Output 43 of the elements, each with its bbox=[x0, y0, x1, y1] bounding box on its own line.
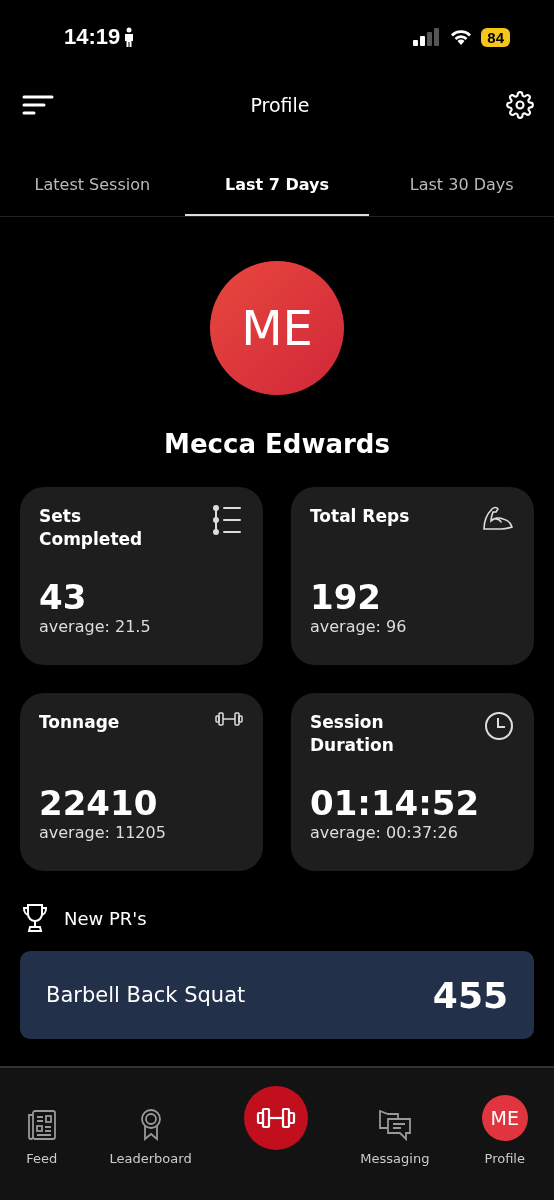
stat-title: Session Duration bbox=[310, 711, 395, 757]
tab[interactable]: Last 30 Days bbox=[369, 154, 554, 216]
stat-title: Tonnage bbox=[39, 711, 121, 734]
stat-value: 192 bbox=[310, 577, 382, 617]
menu-icon[interactable] bbox=[22, 95, 54, 115]
award-ribbon-icon bbox=[139, 1109, 162, 1141]
battery-indicator: 84 bbox=[481, 27, 510, 47]
stat-title: Sets Completed bbox=[39, 505, 144, 551]
nav-item[interactable]: ME Profile bbox=[481, 1086, 528, 1166]
avatar: ME bbox=[210, 261, 344, 395]
dumbbell-icon bbox=[256, 1107, 296, 1129]
stat-average: average: 00:37:26 bbox=[310, 823, 459, 842]
nav-item[interactable]: Feed bbox=[26, 1086, 58, 1166]
tab[interactable]: Latest Session bbox=[0, 154, 185, 216]
status-time: 14:19 bbox=[64, 24, 121, 50]
stat-average: average: 96 bbox=[310, 617, 408, 636]
stat-title: Total Reps bbox=[310, 505, 411, 528]
chat-bubbles-icon bbox=[377, 1109, 412, 1141]
stat-average: average: 21.5 bbox=[39, 617, 152, 636]
screen-title: Profile bbox=[250, 94, 310, 116]
stat-value: 01:14:52 bbox=[310, 783, 481, 823]
trophy-icon bbox=[22, 903, 48, 933]
stat-value: 22410 bbox=[39, 783, 159, 823]
clock-icon bbox=[484, 711, 514, 741]
exercise-name: Barbell Back Squat bbox=[46, 983, 246, 1007]
section-title: New PR's bbox=[64, 907, 147, 929]
tab[interactable]: Last 7 Days bbox=[184, 154, 370, 216]
list-icon bbox=[213, 505, 243, 535]
nav-item[interactable]: Leaderboard bbox=[109, 1086, 192, 1166]
person-icon bbox=[124, 27, 135, 47]
dumbbell-icon bbox=[215, 711, 243, 727]
stat-average: average: 11205 bbox=[39, 823, 167, 842]
wifi-icon bbox=[449, 28, 474, 46]
pr-card[interactable]: Barbell Back Squat 455 bbox=[20, 951, 534, 1039]
nav-item[interactable]: Messaging bbox=[360, 1086, 430, 1166]
profile-name: Mecca Edwards bbox=[164, 429, 390, 459]
flexed-arm-icon bbox=[482, 505, 514, 531]
stat-value: 43 bbox=[39, 577, 88, 617]
signal-icon bbox=[413, 28, 442, 46]
pr-value: 455 bbox=[432, 974, 508, 1016]
settings-icon[interactable] bbox=[506, 91, 534, 119]
avatar: ME bbox=[481, 1095, 528, 1141]
newspaper-icon bbox=[26, 1109, 57, 1141]
